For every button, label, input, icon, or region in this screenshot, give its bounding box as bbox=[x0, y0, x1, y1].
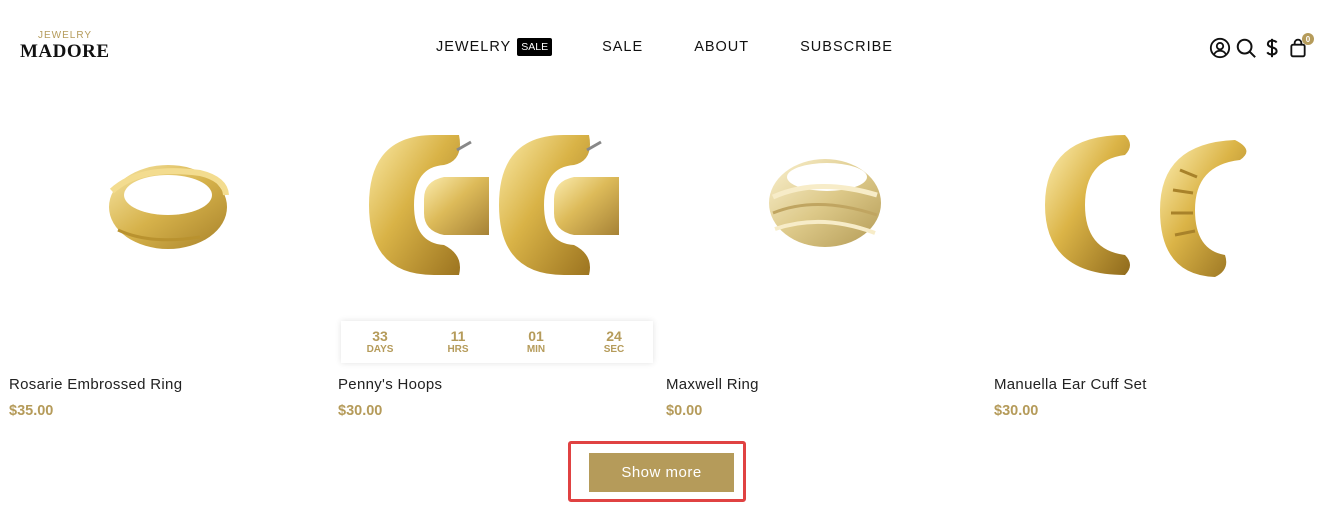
countdown-days: 33 DAYS bbox=[341, 321, 419, 363]
account-icon[interactable] bbox=[1208, 36, 1232, 60]
nav-item-label: JEWELRY bbox=[436, 39, 512, 55]
countdown-value: 33 bbox=[372, 328, 388, 344]
product-name[interactable]: Penny's Hoops bbox=[338, 376, 442, 393]
product-price: $30.00 bbox=[994, 403, 1039, 419]
nav-item-subscribe[interactable]: SUBSCRIBE bbox=[800, 39, 893, 55]
product-image-ring[interactable] bbox=[0, 95, 320, 315]
product-image-ear-cuffs[interactable] bbox=[985, 95, 1305, 315]
show-more-button[interactable]: Show more bbox=[589, 453, 734, 492]
header-icons: 0 bbox=[1208, 33, 1314, 60]
logo-title: MADORE bbox=[20, 41, 110, 62]
countdown-value: 24 bbox=[606, 328, 622, 344]
product-name[interactable]: Manuella Ear Cuff Set bbox=[994, 376, 1147, 393]
main-nav: JEWELRY SALE SALE ABOUT SUBSCRIBE bbox=[436, 38, 893, 56]
sale-badge: SALE bbox=[517, 38, 553, 56]
nav-item-about[interactable]: ABOUT bbox=[694, 39, 749, 55]
cart-count-badge: 0 bbox=[1302, 33, 1314, 45]
countdown-unit: DAYS bbox=[366, 344, 394, 355]
countdown-unit: MIN bbox=[526, 344, 546, 355]
product-price: $35.00 bbox=[9, 403, 54, 419]
cart-icon[interactable]: 0 bbox=[1286, 33, 1314, 60]
product-price: $0.00 bbox=[666, 403, 703, 419]
site-logo[interactable]: JEWELRY MADORE bbox=[20, 30, 120, 62]
product-price: $30.00 bbox=[338, 403, 383, 419]
nav-item-jewelry[interactable]: JEWELRY SALE bbox=[436, 38, 553, 56]
countdown-value: 01 bbox=[528, 328, 544, 344]
countdown-minutes: 01 MIN bbox=[497, 321, 575, 363]
currency-icon[interactable] bbox=[1260, 36, 1284, 60]
product-image-ring[interactable] bbox=[657, 95, 977, 315]
sale-countdown: 33 DAYS 11 HRS 01 MIN 24 SEC bbox=[341, 321, 653, 363]
product-name[interactable]: Rosarie Embrossed Ring bbox=[9, 376, 182, 393]
countdown-seconds: 24 SEC bbox=[575, 321, 653, 363]
nav-item-sale[interactable]: SALE bbox=[602, 39, 643, 55]
countdown-unit: SEC bbox=[603, 344, 625, 355]
product-image-hoops[interactable] bbox=[329, 95, 649, 315]
countdown-hours: 11 HRS bbox=[419, 321, 497, 363]
product-name[interactable]: Maxwell Ring bbox=[666, 376, 759, 393]
search-icon[interactable] bbox=[1234, 36, 1258, 60]
countdown-unit: HRS bbox=[447, 344, 469, 355]
countdown-value: 11 bbox=[450, 328, 466, 344]
